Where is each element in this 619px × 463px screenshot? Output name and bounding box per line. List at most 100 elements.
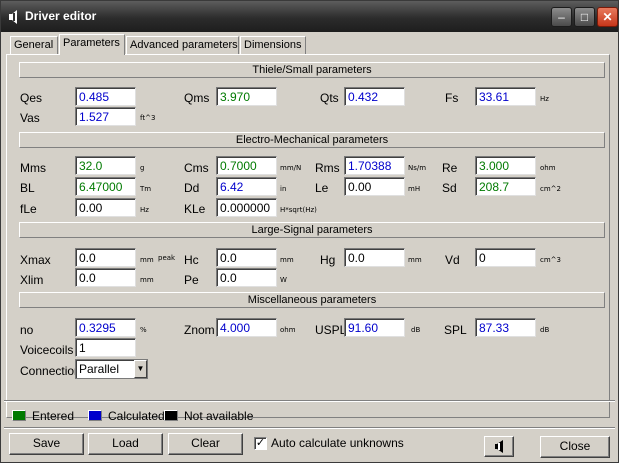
spl-unit: dB [540,326,550,334]
hc-unit: mm [280,256,294,264]
vas-label: Vas [20,111,40,125]
section-large-signal: Large-Signal parameters [19,222,605,238]
hg-field[interactable]: 0.0 [344,248,405,267]
minimize-button[interactable]: ‒ [551,7,572,27]
pe-field[interactable]: 0.0 [216,268,277,287]
speaker-button[interactable] [484,436,514,457]
divider [4,400,615,402]
re-field[interactable]: 3.000 [475,156,536,175]
re-label: Re [442,161,458,175]
legend-entered-label: Entered [32,409,75,423]
tab-general[interactable]: General [10,36,58,54]
vd-unit: cm^3 [540,256,561,264]
kle-unit: H*sqrt(Hz) [280,206,317,214]
voicecoils-label: Voicecoils [20,343,74,357]
znom-field[interactable]: 4.000 [216,318,277,337]
uspl-field[interactable]: 91.60 [344,318,405,337]
tab-label: Advanced parameters [130,39,238,51]
qts-field[interactable]: 0.432 [344,87,405,106]
fs-field[interactable]: 33.61 [475,87,536,106]
entered-swatch [12,410,26,421]
fs-unit: Hz [540,95,549,103]
tab-parameters[interactable]: Parameters [59,34,125,55]
qms-field[interactable]: 3.970 [216,87,277,106]
tab-label: General [14,39,54,51]
save-button[interactable]: Save [9,433,84,455]
driver-editor-window: Driver editor ‒ □ ✕ General Parameters A… [0,0,619,463]
load-button[interactable]: Load [88,433,163,455]
bl-field[interactable]: 6.47000 [75,177,136,196]
dd-unit: in [280,185,287,193]
xlim-unit: mm [140,276,154,284]
hc-label: Hc [184,253,199,267]
connection-select[interactable]: Parallel ▼ [75,359,148,379]
fle-field[interactable]: 0.00 [75,198,136,217]
xmax-label: Xmax [20,253,51,267]
calculated-swatch [88,410,102,421]
speaker-app-icon [9,10,17,24]
le-unit: mH [408,185,421,193]
tab-advanced-parameters[interactable]: Advanced parameters [126,36,239,54]
no-label: no [20,323,34,337]
fle-label: fLe [20,202,37,216]
sd-label: Sd [442,181,457,195]
parameters-panel: Thiele/Small parameters Qes 0.485 Qms 3.… [6,54,610,418]
xlim-field[interactable]: 0.0 [75,268,136,287]
uspl-unit: dB [411,326,421,334]
xmax-unit: mm [140,256,154,264]
hc-field[interactable]: 0.0 [216,248,277,267]
xlim-label: Xlim [20,273,44,287]
window-title: Driver editor [25,9,97,23]
uspl-label: USPL [315,323,347,337]
section-miscellaneous: Miscellaneous parameters [19,292,605,308]
qes-label: Qes [20,91,43,105]
znom-label: Znom [184,323,215,337]
cms-label: Cms [184,161,209,175]
znom-unit: ohm [280,326,296,334]
chevron-down-icon[interactable]: ▼ [134,360,147,378]
maximize-button[interactable]: □ [574,7,595,27]
tab-dimensions[interactable]: Dimensions [240,36,306,54]
rms-label: Rms [315,161,340,175]
kle-label: KLe [184,202,206,216]
section-electro-mechanical: Electro-Mechanical parameters [19,132,605,148]
cms-field[interactable]: 0.7000 [216,156,277,175]
spl-field[interactable]: 87.33 [475,318,536,337]
vas-unit: ft^3 [140,114,156,122]
close-button[interactable]: Close [540,436,610,458]
vd-label: Vd [445,253,460,267]
rms-field[interactable]: 1.70388 [344,156,405,175]
auto-calculate-checkbox[interactable]: ✓ [254,437,267,450]
title-bar[interactable]: Driver editor ‒ □ ✕ [1,1,618,32]
dd-label: Dd [184,181,200,195]
kle-field[interactable]: 0.000000 [216,198,277,217]
minimize-icon: ‒ [558,10,565,24]
maximize-icon: □ [580,10,589,24]
qms-label: Qms [184,91,210,105]
sd-field[interactable]: 208.7 [475,177,536,196]
bl-unit: Tm [140,185,152,193]
vas-field[interactable]: 1.527 [75,107,136,126]
le-field[interactable]: 0.00 [344,177,405,196]
pe-label: Pe [184,273,199,287]
vd-field[interactable]: 0 [475,248,536,267]
xmax-field[interactable]: 0.0 [75,248,136,267]
legend-calculated-label: Calculated [108,409,165,423]
no-field[interactable]: 0.3295 [75,318,136,337]
speaker-icon [494,440,503,453]
rms-unit: Ns/m [408,164,427,172]
spl-label: SPL [444,323,467,337]
close-icon: ✕ [602,10,613,24]
voicecoils-field[interactable]: 1 [75,338,136,357]
sd-unit: cm^2 [540,185,561,193]
close-window-button[interactable]: ✕ [597,7,618,27]
mms-unit: g [140,164,145,172]
clear-button[interactable]: Clear [168,433,243,455]
re-unit: ohm [540,164,556,172]
qes-field[interactable]: 0.485 [75,87,136,106]
hg-unit: mm [408,256,422,264]
cms-unit: mm/N [280,164,302,172]
client-area: General Parameters Advanced parameters D… [4,32,615,460]
mms-field[interactable]: 32.0 [75,156,136,175]
dd-field[interactable]: 6.42 [216,177,277,196]
